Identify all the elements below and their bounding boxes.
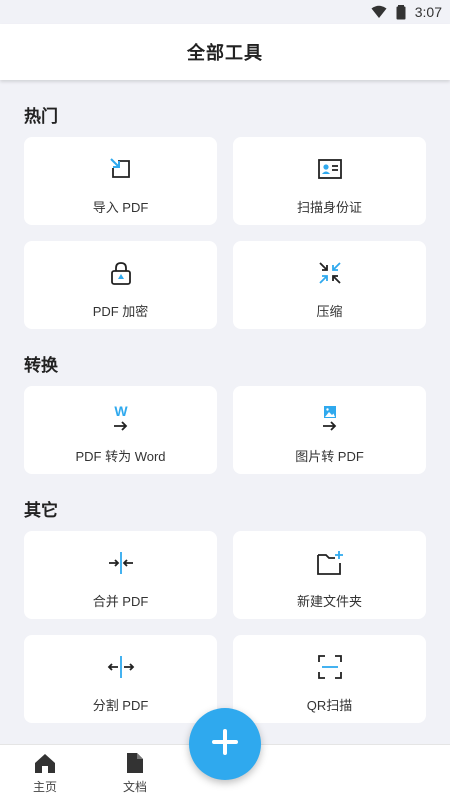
tool-image-to-pdf[interactable]: 图片转 PDF — [233, 386, 426, 474]
compress-icon — [316, 259, 344, 287]
tool-label: 新建文件夹 — [296, 594, 362, 609]
tool-qr-scan[interactable]: QR扫描 — [233, 635, 426, 723]
tool-pdf-encrypt[interactable]: PDF 加密 — [24, 241, 217, 329]
document-icon — [123, 751, 147, 775]
tool-import-pdf[interactable]: 导入 PDF — [24, 137, 217, 225]
tool-label: 压缩 — [316, 304, 343, 319]
nav-home-label: 主页 — [32, 780, 57, 794]
tool-label: 导入 PDF — [92, 200, 149, 215]
tool-label: QR扫描 — [306, 698, 353, 713]
nav-documents-label: 文档 — [122, 780, 147, 794]
page-title: 全部工具 — [187, 43, 263, 63]
id-card-icon — [316, 155, 344, 183]
add-button[interactable] — [189, 708, 261, 780]
app-header: 全部工具 — [0, 24, 450, 80]
section-title-hot: 热门 — [24, 107, 58, 126]
tool-label: 合并 PDF — [92, 594, 149, 609]
new-folder-icon — [316, 549, 344, 577]
status-time: 3:07 — [414, 4, 442, 20]
tool-label: 分割 PDF — [92, 698, 149, 713]
status-bar: 3:07 — [0, 0, 450, 24]
plus-icon — [211, 728, 239, 761]
split-icon — [107, 653, 135, 681]
nav-documents[interactable]: 文档 — [105, 751, 165, 795]
merge-icon — [107, 549, 135, 577]
battery-icon — [393, 4, 409, 20]
tool-label: 图片转 PDF — [295, 449, 364, 464]
import-icon — [107, 155, 135, 183]
tool-label: 扫描身份证 — [296, 200, 362, 215]
lock-icon — [107, 259, 135, 287]
qr-scan-icon — [316, 653, 344, 681]
tool-compress[interactable]: 压缩 — [233, 241, 426, 329]
wifi-icon — [371, 4, 387, 20]
section-title-other: 其它 — [24, 501, 58, 520]
tools-list[interactable]: 热门 导入 PDF 扫描身份证 PDF 加密 压缩 转换 W PDF 转为 Wo… — [0, 80, 450, 744]
word-icon: W — [107, 404, 135, 432]
svg-text:W: W — [114, 404, 128, 419]
tool-new-folder[interactable]: 新建文件夹 — [233, 531, 426, 619]
tool-label: PDF 转为 Word — [75, 449, 166, 464]
tool-pdf-to-word[interactable]: W PDF 转为 Word — [24, 386, 217, 474]
tool-scan-id-card[interactable]: 扫描身份证 — [233, 137, 426, 225]
nav-home[interactable]: 主页 — [15, 751, 75, 795]
tool-label: PDF 加密 — [92, 304, 149, 319]
tool-merge-pdf[interactable]: 合并 PDF — [24, 531, 217, 619]
tool-split-pdf[interactable]: 分割 PDF — [24, 635, 217, 723]
home-icon — [33, 751, 57, 775]
image-icon — [316, 404, 344, 432]
section-title-convert: 转换 — [24, 356, 58, 375]
